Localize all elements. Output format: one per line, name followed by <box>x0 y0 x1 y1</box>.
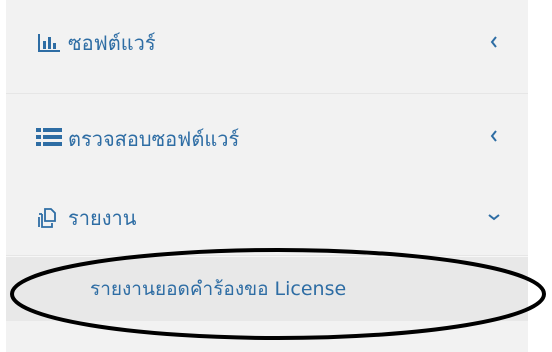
chevron-down-icon[interactable] <box>484 205 504 229</box>
sidebar-item-label: รายงาน <box>68 206 137 230</box>
submenu-item-label: รายงานยอดคำร้องขอ License <box>90 278 347 300</box>
list-icon <box>36 124 62 150</box>
copy-icon <box>36 205 62 231</box>
sidebar-item-label: ซอฟต์แวร์ <box>68 31 156 55</box>
chevron-left-icon[interactable] <box>484 124 504 148</box>
sidebar-item-label: ตรวจสอบซอฟต์แวร์ <box>68 127 240 151</box>
sidebar-footer-area <box>6 321 528 352</box>
sidebar: ซอฟต์แวร์ ตรวจสอบซอฟต์แวร์ รายงาน รายงาน… <box>6 0 528 352</box>
chevron-left-icon[interactable] <box>484 30 504 54</box>
bar-chart-icon <box>36 30 62 56</box>
sidebar-item-report[interactable]: รายงาน <box>6 168 528 256</box>
submenu-item-license-report[interactable]: รายงานยอดคำร้องขอ License <box>6 257 528 321</box>
sidebar-item-software[interactable]: ซอฟต์แวร์ <box>6 0 528 94</box>
